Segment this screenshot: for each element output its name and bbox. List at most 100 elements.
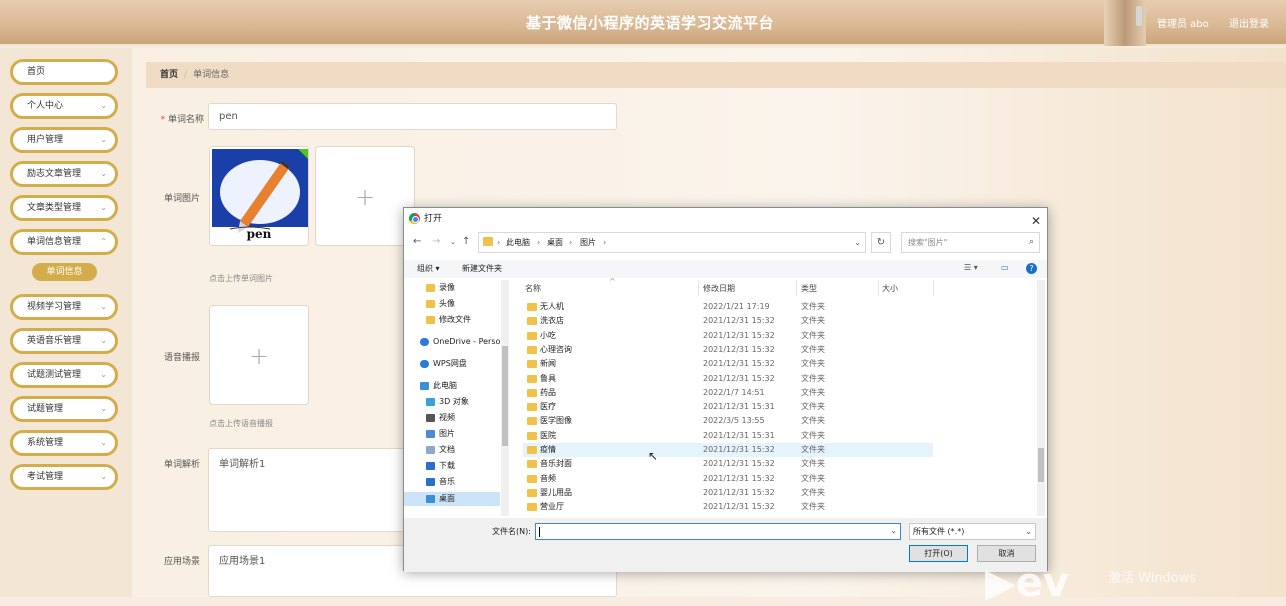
chevron-down-icon: ⌄ [100,336,107,345]
word-name-label: * 单词名称 [134,112,204,125]
open-button[interactable]: 打开(O) [909,545,968,562]
path-segment[interactable]: 桌面 [547,233,563,252]
file-row[interactable]: 洗衣店 2021/12/31 15:32 文件夹 [523,314,933,328]
path-segment[interactable]: 图片 [580,233,596,252]
recent-locations-icon[interactable]: ⌄ [450,238,456,246]
file-row[interactable]: 小吃 2021/12/31 15:32 文件夹 [523,329,933,343]
up-arrow-icon[interactable]: ↑ [462,236,470,247]
file-row[interactable]: 医学图像 2022/3/5 13:55 文件夹 [523,414,933,428]
tree-item[interactable]: 3D 对象 [426,395,469,409]
folder-icon [483,237,493,246]
search-placeholder: 搜索"图片" [908,238,948,247]
sidebar-item-user-management[interactable]: 用户管理 ⌄ [10,127,118,153]
tree-item[interactable]: 修改文件 [426,313,471,327]
sidebar-item-system-management[interactable]: 系统管理 ⌄ [10,430,118,456]
tree-scrollbar[interactable] [501,280,509,516]
sidebar-item-exam-management[interactable]: 考试管理 ⌄ [10,464,118,490]
sidebar-subitem-word-info[interactable]: 单词信息 [32,263,97,281]
sidebar-item-test-management[interactable]: 试题测试管理 ⌄ [10,362,118,388]
sidebar-item-label: 英语音乐管理 [27,336,82,346]
tree-item-desktop[interactable]: 桌面 [404,492,500,506]
file-row[interactable]: 音乐封面 2021/12/31 15:32 文件夹 [523,457,933,471]
chevron-down-icon[interactable]: ⌄ [890,526,897,535]
column-size[interactable]: 大小 [882,283,898,294]
refresh-icon[interactable]: ↻ [871,232,891,253]
back-arrow-icon[interactable]: ← [413,236,421,247]
tree-item-onedrive[interactable]: OneDrive - Perso [420,335,500,349]
address-bar[interactable]: › 此电脑 › 桌面 › 图片 › ⌄ [478,232,866,253]
tree-item[interactable]: 视频 [426,411,455,425]
preview-pane-icon[interactable]: ▭ [1001,263,1009,272]
forward-arrow-icon[interactable]: → [432,236,440,247]
tree-item-label: 图片 [439,429,455,438]
column-divider [933,280,934,296]
folder-icon [426,299,435,308]
folder-icon [527,317,537,326]
sidebar-item-music-management[interactable]: 英语音乐管理 ⌄ [10,328,118,354]
navigation-tree: 录像 头像 修改文件 OneDrive - Perso WPS网盘 此电脑 3D… [404,280,512,516]
column-date[interactable]: 修改日期 [703,283,735,294]
file-type: 文件夹 [801,344,825,354]
tree-item-wps[interactable]: WPS网盘 [420,357,467,371]
file-row-hovered[interactable]: 疫情 2021/12/31 15:32 文件夹 [523,443,933,458]
folder-icon [527,403,537,412]
file-date: 2021/12/31 15:32 [703,316,775,326]
sidebar-item-article-management[interactable]: 励志文章管理 ⌄ [10,161,118,187]
path-segment[interactable]: 此电脑 [506,233,530,252]
tree-item-this-pc[interactable]: 此电脑 [420,379,457,393]
word-image-thumbnail[interactable]: pen [209,146,309,246]
column-type[interactable]: 类型 [801,283,817,294]
file-row[interactable]: 无人机 2022/1/21 17:19 文件夹 [523,300,933,314]
filename-input[interactable]: ⌄ [535,523,901,540]
sidebar-item-home[interactable]: 首页 [10,59,118,85]
scrollbar-thumb[interactable] [1038,448,1044,482]
tree-item[interactable]: 文档 [426,443,455,457]
tree-item[interactable]: 音乐 [426,475,455,489]
new-folder-button[interactable]: 新建文件夹 [462,263,502,274]
search-input[interactable]: 搜索"图片" ⌕ [901,232,1040,253]
view-options-icon[interactable]: ☰ ▾ [964,263,978,272]
folder-icon [527,503,537,512]
close-icon[interactable]: ✕ [1031,210,1041,232]
breadcrumb-home[interactable]: 首页 [160,70,178,80]
file-row[interactable]: 婴儿用品 2021/12/31 15:32 文件夹 [523,486,933,500]
file-date: 2021/12/31 15:32 [703,373,775,383]
scene-label: 应用场景 [163,557,200,567]
file-row[interactable]: 心理咨询 2021/12/31 15:32 文件夹 [523,343,933,357]
filetype-select[interactable]: 所有文件 (*.*) ⌄ [909,523,1036,540]
file-row[interactable]: 药品 2022/1/7 14:51 文件夹 [523,386,933,400]
tree-item[interactable]: 录像 [426,281,455,295]
column-divider [698,280,699,296]
sidebar-item-personal-center[interactable]: 个人中心 ⌄ [10,93,118,119]
sidebar: 首页 个人中心 ⌄ 用户管理 ⌄ 励志文章管理 ⌄ 文章类型管理 ⌄ 单词信息管理 ⌃ 单… [0,48,132,597]
tree-item[interactable]: 下载 [426,459,455,473]
word-name-input[interactable]: pen [208,103,617,130]
file-row[interactable]: 营业厅 2021/12/31 15:32 文件夹 [523,500,933,514]
sidebar-item-question-management[interactable]: 试题管理 ⌄ [10,396,118,422]
sidebar-item-video-management[interactable]: 视频学习管理 ⌄ [10,294,118,320]
scrollbar-thumb[interactable] [502,346,508,446]
tree-item[interactable]: 图片 [426,427,455,441]
cloud-icon [420,359,429,368]
folder-icon [426,283,435,292]
organize-button[interactable]: 组织 ▾ [417,263,440,274]
file-list-scrollbar[interactable] [1037,280,1045,516]
file-row[interactable]: 医院 2021/12/31 15:31 文件夹 [523,429,933,443]
tree-item[interactable]: 头像 [426,297,455,311]
tree-item-label: WPS网盘 [433,359,467,368]
column-name[interactable]: 名称 [525,283,541,294]
file-row[interactable]: 音频 2021/12/31 15:32 文件夹 [523,472,933,486]
sidebar-item-word-management[interactable]: 单词信息管理 ⌃ [10,229,118,255]
logout-link[interactable]: 退出登录 [1229,15,1269,30]
folder-icon [527,388,537,397]
file-row[interactable]: 鲁具 2021/12/31 15:32 文件夹 [523,372,933,386]
tree-item-label: 下载 [439,461,455,470]
help-icon[interactable]: ? [1026,263,1037,274]
audio-upload[interactable]: + [209,305,309,405]
sidebar-item-article-type-management[interactable]: 文章类型管理 ⌄ [10,195,118,221]
chevron-down-icon[interactable]: ⌄ [854,233,861,252]
file-row[interactable]: 医疗 2021/12/31 15:31 文件夹 [523,400,933,414]
file-row[interactable]: 新闻 2021/12/31 15:32 文件夹 [523,357,933,371]
word-image-upload[interactable]: + [315,146,415,246]
chevron-down-icon: ⌄ [1025,527,1032,536]
